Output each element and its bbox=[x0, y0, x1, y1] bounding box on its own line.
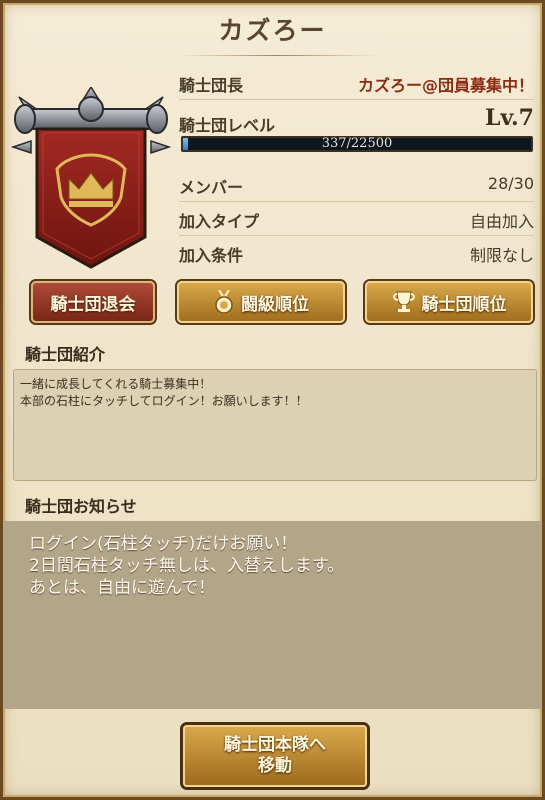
join-type-row: 加入タイプ 自由加入 bbox=[179, 203, 534, 236]
guild-info-panel: カズろー 騎士団長 カズろー@団員募集中！ 騎士団レベル Lv.7 337/22… bbox=[0, 0, 545, 800]
medal-icon bbox=[213, 290, 235, 314]
notice-text-box: ログイン(石柱タッチ)だけお願い！ 2日間石柱タッチ無しは、入替えします。 あと… bbox=[3, 521, 542, 709]
members-row: メンバー 28/30 bbox=[179, 169, 534, 202]
xp-text: 337/22500 bbox=[321, 136, 393, 151]
notice-line: ログイン(石柱タッチ)だけお願い！ bbox=[29, 534, 298, 554]
join-type-value: 自由加入 bbox=[469, 212, 534, 231]
level-row: 騎士団レベル Lv.7 bbox=[179, 105, 534, 139]
join-cond-label: 加入条件 bbox=[179, 246, 244, 265]
intro-text-box: 一緒に成長してくれる騎士募集中！ 本部の石柱にタッチしてログイン！お願いします！… bbox=[13, 369, 537, 481]
guild-rank-button[interactable]: 騎士団順位 bbox=[365, 281, 533, 323]
leader-label: 騎士団長 bbox=[179, 76, 244, 95]
join-type-label: 加入タイプ bbox=[179, 212, 260, 231]
leave-guild-label: 騎士団退会 bbox=[50, 294, 136, 315]
members-label: メンバー bbox=[179, 178, 244, 197]
leave-guild-button[interactable]: 騎士団退会 bbox=[31, 281, 155, 323]
leader-row: 騎士団長 カズろー@団員募集中！ bbox=[179, 67, 534, 100]
battle-rank-label: 闘級順位 bbox=[241, 294, 309, 315]
guild-emblem-icon bbox=[10, 85, 172, 277]
move-button-line1: 騎士団本隊へ bbox=[224, 735, 326, 755]
battle-rank-button[interactable]: 闘級順位 bbox=[177, 281, 345, 323]
join-cond-value: 制限なし bbox=[469, 246, 534, 265]
notice-line: あとは、自由に遊んで！ bbox=[29, 578, 216, 598]
move-button-line2: 移動 bbox=[258, 756, 292, 776]
notice-line: 2日間石柱タッチ無しは、入替えします。 bbox=[29, 556, 345, 576]
intro-title: 騎士団紹介 bbox=[25, 345, 106, 364]
title-divider bbox=[178, 55, 378, 56]
join-cond-row: 加入条件 制限なし bbox=[179, 237, 534, 269]
leader-value: カズろー@団員募集中！ bbox=[357, 76, 534, 95]
trophy-icon bbox=[392, 291, 416, 313]
notice-title: 騎士団お知らせ bbox=[25, 497, 137, 516]
intro-line: 一緒に成長してくれる騎士募集中！ bbox=[20, 377, 212, 391]
guild-name-title: カズろー bbox=[218, 16, 327, 45]
level-label: 騎士団レベル bbox=[179, 116, 276, 135]
level-value: Lv.7 bbox=[484, 105, 534, 131]
move-to-guild-hq-button[interactable]: 騎士団本隊へ 移動 bbox=[183, 725, 367, 787]
intro-line: 本部の石柱にタッチしてログイン！お願いします！！ bbox=[20, 394, 308, 408]
guild-rank-label: 騎士団順位 bbox=[421, 294, 507, 315]
xp-progress-bar: 337/22500 bbox=[181, 136, 533, 152]
members-value: 28/30 bbox=[487, 174, 534, 193]
